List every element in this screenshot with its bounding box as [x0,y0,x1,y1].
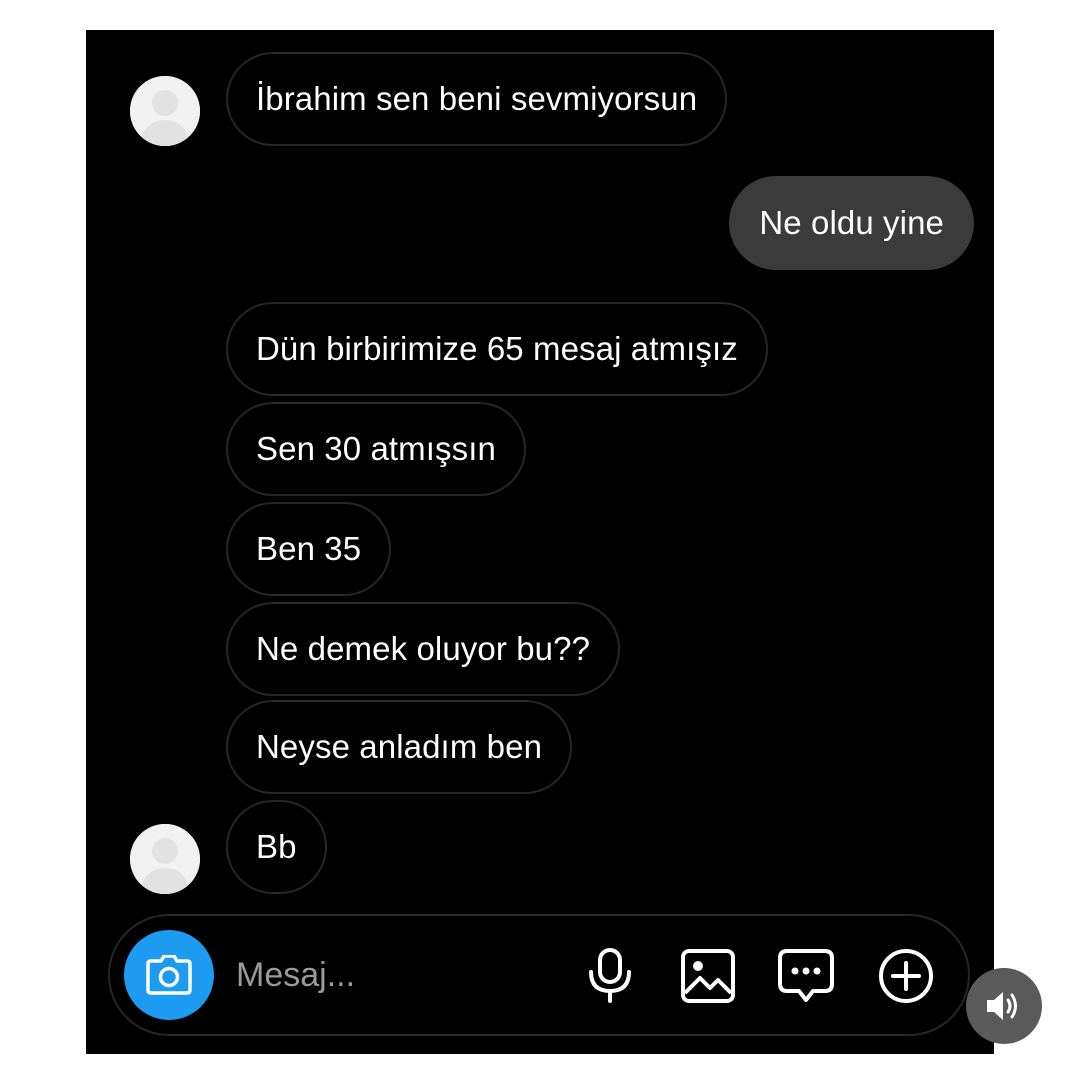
received-message[interactable]: Sen 30 atmışsın [226,402,526,496]
user-icon [130,824,200,894]
received-message[interactable]: Dün birbirimize 65 mesaj atmışız [226,302,768,396]
camera-button[interactable] [124,930,214,1020]
gallery-icon [681,949,735,1003]
message-text: Ben 35 [256,530,362,567]
received-message[interactable]: Ne demek oluyor bu?? [226,602,621,696]
message-text: Sen 30 atmışsın [256,430,496,467]
camera-icon [146,955,192,995]
message-text: İbrahim sen beni sevmiyorsun [256,80,698,117]
received-message[interactable]: Bb [226,800,327,894]
speaker-icon [987,992,1017,1020]
message-text: Ne demek oluyor bu?? [256,630,591,667]
received-message[interactable]: Ben 35 [226,502,392,596]
contact-avatar[interactable] [130,76,200,146]
sent-message[interactable]: Ne oldu yine [729,176,974,270]
add-icon [879,949,933,1003]
received-message[interactable]: İbrahim sen beni sevmiyorsun [226,52,728,146]
message-composer [108,914,970,1036]
sticker-button[interactable] [776,946,836,1006]
user-icon [130,76,200,146]
message-text: Dün birbirimize 65 mesaj atmışız [256,330,738,367]
message-text: Neyse anladım ben [256,728,543,765]
voice-message-button[interactable] [580,946,640,1006]
message-input[interactable] [236,946,536,1004]
gallery-button[interactable] [678,946,738,1006]
sound-toggle-button[interactable] [966,968,1042,1044]
contact-avatar[interactable] [130,824,200,894]
message-text: Ne oldu yine [759,204,944,241]
sticker-icon [778,949,834,1002]
more-options-button[interactable] [876,946,936,1006]
received-message[interactable]: Neyse anladım ben [226,700,573,794]
microphone-icon [589,948,631,1003]
message-text: Bb [256,828,297,865]
chat-screen: İbrahim sen beni sevmiyorsun Ne oldu yin… [86,30,994,1054]
